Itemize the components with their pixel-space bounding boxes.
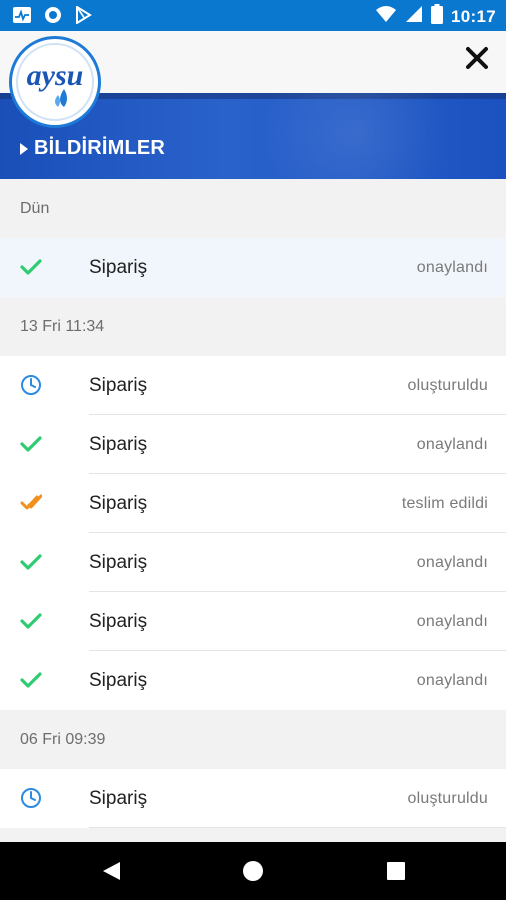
battery-icon [431,4,444,29]
list-item[interactable]: Sipariş onaylandı [0,238,506,297]
record-icon [44,6,62,29]
navigation-bar [0,842,506,900]
recents-button[interactable] [381,856,411,886]
close-icon [466,47,488,69]
check-icon [20,669,42,691]
clock-icon [20,787,42,809]
wifi-icon [375,5,397,28]
back-button[interactable] [96,856,126,886]
play-store-icon [74,5,92,29]
home-button[interactable] [238,856,268,886]
item-title: Sipariş [89,492,148,514]
date-header: 06 Fri 09:39 [0,710,506,769]
date-header: Dün [0,179,506,238]
home-icon [243,861,263,881]
item-title: Sipariş [89,256,148,278]
check-icon [20,610,42,632]
item-status: onaylandı [416,258,488,276]
item-status: onaylandı [416,612,488,630]
status-bar: 10:17 [0,0,506,31]
page-title-text: BİLDİRİMLER [34,137,166,159]
list-item[interactable]: Sipariş onaylandı [0,415,506,474]
caret-right-icon [20,142,28,155]
item-title: Sipariş [89,610,148,632]
item-title: Sipariş [89,787,148,809]
item-title: Sipariş [89,551,148,573]
item-title: Sipariş [89,669,148,691]
divider [89,827,506,828]
item-status: teslim edildi [401,494,488,512]
recents-icon [387,862,405,880]
aysu-logo: aysu [9,36,101,128]
item-status: oluşturuldu [407,376,488,394]
check-icon [20,433,42,455]
back-icon [103,862,120,880]
item-status: onaylandı [416,671,488,689]
list-item[interactable]: Sipariş teslim edildi [0,474,506,533]
item-status: oluşturuldu [407,789,488,807]
page-title: BİLDİRİMLER [20,137,165,160]
list-item[interactable]: Sipariş oluşturuldu [0,356,506,415]
double-check-icon [20,492,42,514]
item-title: Sipariş [89,433,148,455]
list-item[interactable]: Sipariş onaylandı [0,592,506,651]
item-status: onaylandı [416,553,488,571]
signal-icon [405,5,423,28]
list-item[interactable]: Sipariş oluşturuldu [0,769,506,828]
item-status: onaylandı [416,435,488,453]
check-icon [20,551,42,573]
notification-list: Dün Sipariş onaylandı 13 Fri 11:34 Sipar… [0,179,506,828]
item-title: Sipariş [89,374,148,396]
check-icon [20,256,42,278]
svg-text:aysu: aysu [27,59,84,92]
clock-time: 10:17 [451,6,496,26]
activity-icon [12,6,32,29]
close-button[interactable] [462,43,492,73]
list-item[interactable]: Sipariş onaylandı [0,651,506,710]
date-header: 13 Fri 11:34 [0,297,506,356]
clock-icon [20,374,42,396]
list-item[interactable]: Sipariş onaylandı [0,533,506,592]
